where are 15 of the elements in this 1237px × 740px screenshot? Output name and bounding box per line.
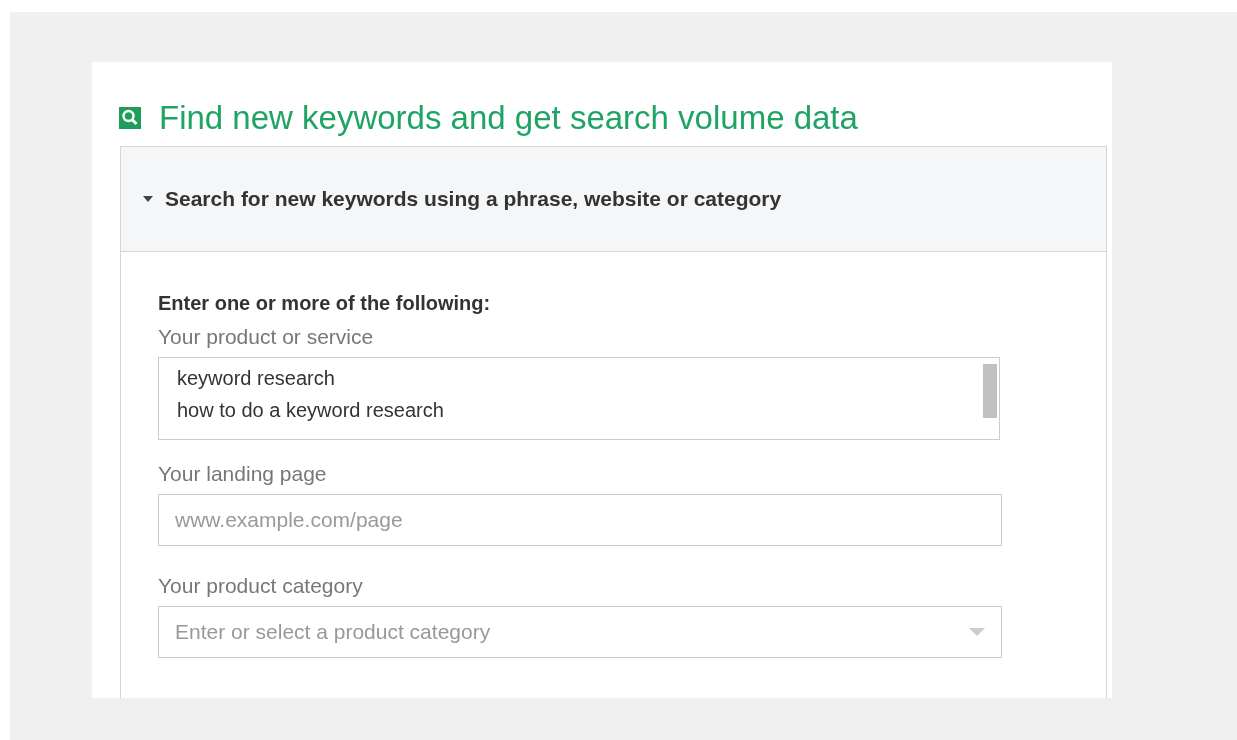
text-line: keyword research <box>177 366 335 391</box>
section-header[interactable]: Search for new keywords using a phrase, website or category <box>121 147 1106 252</box>
field-label: Your product category <box>158 574 364 598</box>
product-textarea[interactable]: keyword research how to do a keyword research <box>158 357 1000 440</box>
page-title: Find new keywords and get search volume data <box>159 99 858 137</box>
section-title: Search for new keywords using a phrase, website or category <box>165 187 782 211</box>
caret-icon <box>969 628 985 636</box>
form-instruction: Enter one or more of the following: <box>158 292 492 315</box>
field-label: Your landing page <box>158 462 328 486</box>
text-line: how to do a keyword research <box>177 398 444 423</box>
caret-icon <box>143 196 153 202</box>
scrollbar-thumb[interactable] <box>983 364 997 418</box>
search-icon <box>119 107 141 129</box>
landing-page-field[interactable]: www.example.com/page <box>158 494 1002 546</box>
field-label: Your product or service <box>158 325 375 349</box>
